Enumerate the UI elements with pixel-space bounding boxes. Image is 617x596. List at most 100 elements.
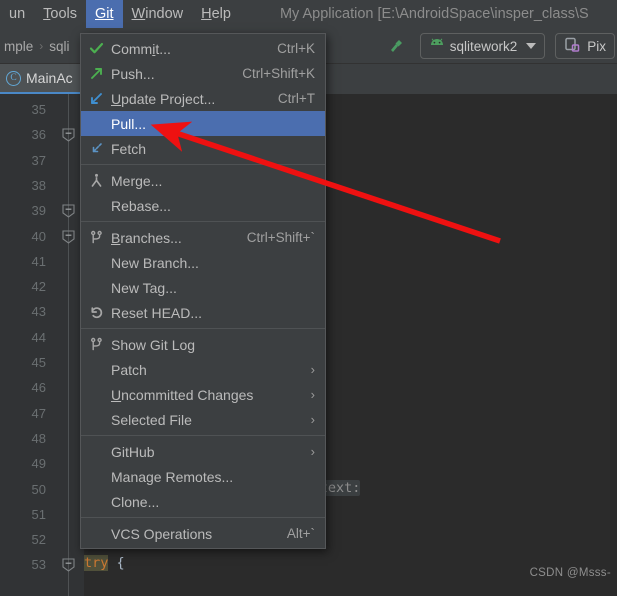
menu-item-label: Clone... — [111, 493, 160, 510]
menu-separator — [81, 435, 325, 436]
menu-item-label: Uncommitted Changes — [111, 386, 254, 403]
line-number: 40 — [31, 228, 46, 244]
menu-item-shortcut: Ctrl+Shift+` — [246, 230, 315, 245]
device-selector[interactable]: Pix — [555, 33, 615, 59]
menu-item-clone[interactable]: Clone... — [81, 489, 325, 514]
line-number: 35 — [31, 102, 46, 117]
no-icon — [88, 526, 104, 542]
menu-item-selected-file[interactable]: Selected File › — [81, 407, 325, 432]
hammer-icon — [385, 34, 407, 59]
menu-item-label: Push... — [111, 65, 155, 82]
code-token: try — [84, 555, 109, 572]
no-icon — [88, 412, 104, 428]
line-number-gutter[interactable]: 35 36 37 38 39 40 41 42 43 44 45 46 47 48 49 50 51 52 53 — [0, 94, 84, 596]
chevron-right-icon: › — [310, 362, 315, 377]
breadcrumb[interactable]: mple › sqli — [0, 28, 70, 64]
menu-item-reset-head[interactable]: Reset HEAD... — [81, 300, 325, 325]
menu-item-manage-remotes[interactable]: Manage Remotes... — [81, 464, 325, 489]
menu-item-label: Commit... — [111, 40, 171, 57]
breadcrumb-part-2: sqli — [49, 38, 70, 54]
chevron-right-icon: › — [310, 387, 315, 402]
menubar-item-label: Git — [95, 6, 114, 22]
no-icon — [88, 494, 104, 510]
checkmark-icon — [88, 41, 104, 57]
no-icon — [88, 198, 104, 214]
menu-item-github[interactable]: GitHub › — [81, 439, 325, 464]
menu-separator — [81, 328, 325, 329]
menu-item-branches[interactable]: Branches... Ctrl+Shift+` — [81, 225, 325, 250]
branch-icon — [88, 230, 104, 246]
menu-item-merge[interactable]: Merge... — [81, 168, 325, 193]
line-number: 44 — [31, 329, 46, 345]
no-icon — [88, 444, 104, 460]
run-configuration-label: sqlitework2 — [449, 38, 518, 54]
chevron-down-icon[interactable] — [526, 43, 537, 49]
menu-item-label: Manage Remotes... — [111, 468, 234, 485]
menu-item-label: Patch — [111, 361, 147, 378]
device-label: Pix — [587, 38, 606, 54]
menu-item-label: Selected File — [111, 411, 192, 428]
menubar-item-window[interactable]: Window — [123, 0, 193, 28]
line-number: 51 — [31, 506, 46, 522]
tab-mainactivity[interactable]: C MainAc — [0, 64, 81, 94]
run-configuration-selector[interactable]: sqlitework2 — [419, 33, 546, 59]
code-fold-toggle[interactable] — [62, 229, 75, 244]
code-fold-toggle[interactable] — [62, 128, 75, 142]
watermark: CSDN @Msss- — [529, 567, 611, 579]
menu-separator — [81, 221, 325, 222]
menubar-item-label: ools — [50, 6, 77, 22]
menu-item-label: VCS Operations — [111, 525, 213, 542]
menu-item-label: New Branch... — [111, 254, 199, 271]
line-number: 38 — [31, 177, 46, 193]
push-arrow-icon — [88, 66, 104, 82]
menu-item-pull[interactable]: Pull... — [81, 111, 325, 136]
code-token: { — [108, 555, 125, 572]
menubar-item-run[interactable]: un — [0, 0, 34, 28]
update-arrow-icon — [88, 91, 104, 107]
menubar-item-label: indow — [145, 6, 184, 22]
code-fold-toggle[interactable] — [62, 558, 75, 573]
menu-item-patch[interactable]: Patch › — [81, 357, 325, 382]
class-badge-icon: C — [6, 70, 21, 86]
line-number: 45 — [31, 355, 46, 370]
line-number: 46 — [31, 380, 46, 396]
menu-item-show-git-log[interactable]: Show Git Log — [81, 332, 325, 357]
window-title: My Application [E:\AndroidSpace\insper_c… — [279, 6, 589, 22]
code-fold-toggle[interactable] — [62, 204, 75, 218]
breadcrumb-separator-icon: › — [39, 39, 44, 53]
line-number: 48 — [31, 430, 46, 446]
menu-item-fetch[interactable]: Fetch — [81, 136, 325, 161]
menubar-item-label: un — [9, 6, 26, 22]
menu-item-uncommitted-changes[interactable]: Uncommitted Changes › — [81, 382, 325, 407]
menu-item-label: Branches... — [111, 229, 182, 246]
no-icon — [88, 387, 104, 403]
chevron-right-icon: › — [310, 444, 315, 459]
menu-item-new-branch[interactable]: New Branch... — [81, 250, 325, 275]
line-number: 47 — [31, 405, 46, 421]
no-icon — [88, 255, 104, 271]
fetch-arrow-icon — [88, 141, 104, 157]
menu-item-label: Merge... — [111, 172, 163, 189]
menu-separator — [81, 517, 325, 518]
menu-item-rebase[interactable]: Rebase... — [81, 193, 325, 218]
line-number: 42 — [31, 279, 46, 295]
line-number: 52 — [31, 532, 46, 548]
menubar-item-help[interactable]: Help — [192, 0, 240, 28]
line-number: 36 — [31, 127, 46, 143]
menubar-item-git[interactable]: Git — [86, 0, 123, 28]
gutter-divider — [68, 94, 69, 596]
menu-item-update-project[interactable]: Update Project... Ctrl+T — [81, 86, 325, 111]
line-number: 41 — [31, 253, 46, 269]
git-dropdown-menu[interactable]: Commit... Ctrl+K Push... Ctrl+Shift+K Update… — [80, 33, 326, 549]
build-button[interactable] — [382, 33, 410, 59]
menu-item-new-tag[interactable]: New Tag... — [81, 275, 325, 300]
menu-item-vcs-operations[interactable]: VCS Operations Alt+` — [81, 521, 325, 546]
menubar-item-tools[interactable]: Tools — [34, 0, 86, 28]
menu-item-label: Rebase... — [111, 197, 171, 214]
menu-item-label: GitHub — [111, 443, 155, 460]
git-log-icon — [88, 337, 104, 353]
menu-item-commit[interactable]: Commit... Ctrl+K — [81, 36, 325, 61]
menu-item-push[interactable]: Push... Ctrl+Shift+K — [81, 61, 325, 86]
menubar-item-mnemonic: H — [201, 6, 212, 22]
menubar-item-label: elp — [211, 6, 231, 22]
